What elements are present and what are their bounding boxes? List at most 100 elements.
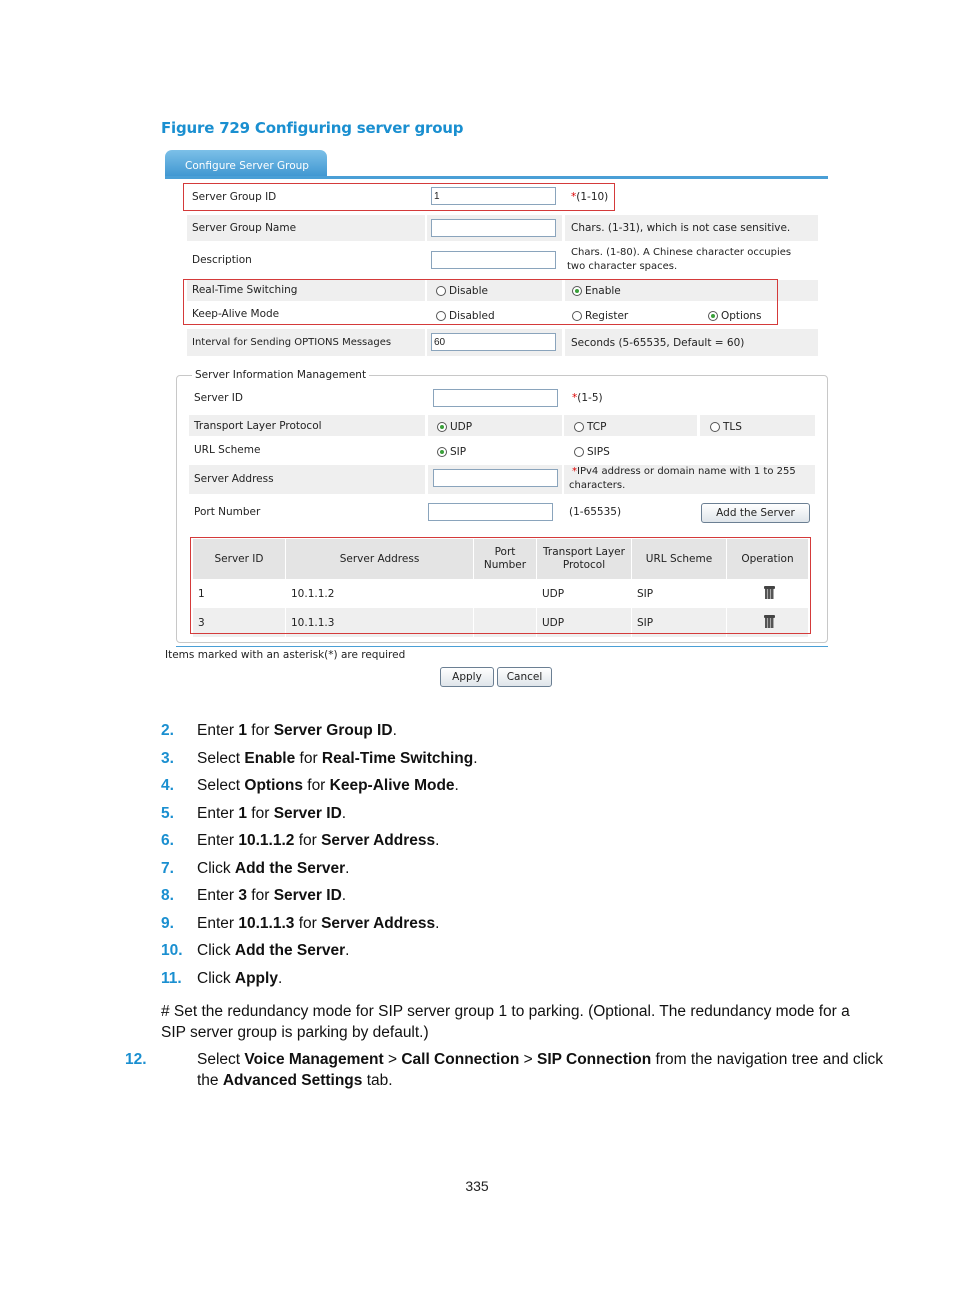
step-emphasis: 10.1.1.3 — [238, 915, 295, 932]
radio-selected-icon — [437, 447, 447, 457]
step-text: Enter — [197, 805, 239, 822]
step-text: . — [473, 750, 478, 767]
url-scheme-label: URL Scheme — [194, 444, 261, 456]
step-text: Select — [197, 777, 245, 794]
apply-button[interactable]: Apply — [440, 667, 494, 687]
step-item: 11. Click Apply. — [161, 970, 282, 988]
bottom-divider — [176, 646, 828, 647]
step-text: . — [435, 832, 440, 849]
step-text: Click — [197, 942, 235, 959]
hint-text: IPv4 address or domain name with 1 to 25… — [577, 466, 796, 477]
step-text: . — [341, 805, 347, 822]
step-item: 6. Enter 10.1.1.2 for Server Address. — [161, 832, 439, 850]
comment-paragraph: # Set the redundancy mode for SIP server… — [161, 1003, 850, 1041]
step-emphasis: Options — [244, 777, 303, 794]
radio-tcp[interactable]: TCP — [574, 421, 606, 433]
step-text: Click — [197, 860, 235, 877]
interval-label: Interval for Sending OPTIONS Messages — [192, 337, 392, 348]
server-group-name-input[interactable] — [431, 219, 556, 237]
step-emphasis: Server Address — [321, 832, 436, 849]
step-emphasis: Server ID — [273, 805, 342, 822]
step-emphasis: Voice Management — [244, 1051, 384, 1068]
step-emphasis: Add the Server — [234, 942, 346, 959]
step-text: > — [519, 1051, 537, 1068]
step-number: 5. — [161, 805, 174, 822]
radio-label: SIP — [450, 446, 467, 458]
step-number: 12. — [125, 1051, 147, 1068]
server-address-hint-2: characters. — [569, 480, 626, 491]
required-note: Items marked with an asterisk(*) are req… — [165, 649, 406, 661]
figure-title: Figure 729 Configuring server group — [161, 119, 464, 137]
step-item: 3. Select Enable for Real-Time Switching. — [161, 750, 478, 768]
step-item: 8. Enter 3 for Server ID. — [161, 887, 346, 905]
step-emphasis: Keep-Alive Mode — [329, 777, 455, 794]
server-address-input[interactable] — [433, 469, 558, 487]
radio-label: UDP — [450, 421, 473, 433]
server-id-input[interactable] — [433, 389, 558, 407]
step-emphasis: Add the Server — [234, 860, 346, 877]
step-text: for — [302, 777, 330, 794]
step-number: 3. — [161, 750, 174, 767]
transport-layer-protocol-label: Transport Layer Protocol — [194, 420, 322, 432]
radio-label: TCP — [587, 421, 607, 433]
description-label: Description — [192, 254, 252, 266]
step-text: Select — [197, 1051, 245, 1068]
step-number: 8. — [161, 887, 174, 904]
highlight-box — [183, 279, 778, 325]
step-item: 10. Click Add the Server. — [161, 942, 349, 960]
step-text: . — [345, 860, 350, 877]
tab-underline — [165, 176, 828, 179]
step-text: tab. — [362, 1072, 393, 1089]
add-the-server-button[interactable]: Add the Server — [701, 503, 810, 523]
step-emphasis: Server Address — [321, 915, 436, 932]
step-item: 5. Enter 1 for Server ID. — [161, 805, 346, 823]
step-text: for — [295, 750, 322, 767]
step-emphasis: Enable — [244, 750, 296, 767]
step-emphasis: Advanced Settings — [222, 1072, 363, 1089]
step-text: for — [246, 887, 274, 904]
description-input[interactable] — [431, 251, 556, 269]
step-text: Click — [197, 970, 235, 987]
server-info-legend: Server Information Management — [192, 369, 370, 381]
tab-configure-server-group[interactable]: Configure Server Group — [165, 150, 327, 179]
step-number: 11. — [161, 970, 182, 987]
step-emphasis: 1 — [238, 722, 247, 739]
step-number: 4. — [161, 777, 174, 794]
server-group-name-label: Server Group Name — [192, 222, 297, 234]
description-hint-2: two character spaces. — [567, 261, 678, 272]
step-emphasis: Server Group ID — [273, 722, 393, 739]
radio-sips[interactable]: SIPS — [574, 446, 610, 458]
step-emphasis: Real-Time Switching — [321, 750, 474, 767]
highlight-box — [183, 183, 615, 211]
radio-icon — [574, 447, 584, 457]
radio-icon — [710, 422, 720, 432]
step-text: for — [246, 805, 274, 822]
page-number: 335 — [465, 1178, 489, 1194]
radio-label: SIPS — [587, 446, 610, 458]
step-item: 2. Enter 1 for Server Group ID. — [161, 722, 397, 740]
step-number: 10. — [161, 942, 183, 959]
step-emphasis: 3 — [238, 887, 247, 904]
highlight-box — [190, 537, 811, 634]
server-address-hint-1: *IPv4 address or domain name with 1 to 2… — [572, 466, 796, 477]
cancel-button[interactable]: Cancel — [497, 667, 552, 687]
step-number: 9. — [161, 915, 174, 932]
step-emphasis: 1 — [238, 805, 247, 822]
step-emphasis: Call Connection — [401, 1051, 520, 1068]
step-text: Select — [197, 750, 245, 767]
step-text: > — [383, 1051, 402, 1068]
step-emphasis: Server ID — [273, 887, 342, 904]
port-number-input[interactable] — [428, 503, 553, 521]
step-text: Enter — [197, 832, 239, 849]
radio-udp[interactable]: UDP — [437, 421, 472, 433]
step-text: . — [392, 722, 397, 739]
radio-tls[interactable]: TLS — [710, 421, 742, 433]
interval-input[interactable] — [431, 333, 556, 351]
step-number: 7. — [161, 860, 174, 877]
step-text: . — [435, 915, 440, 932]
radio-sip[interactable]: SIP — [437, 446, 466, 458]
port-number-hint: (1-65535) — [569, 506, 622, 518]
step-text: . — [341, 887, 347, 904]
step-text: Enter — [197, 915, 239, 932]
step-number: 6. — [161, 832, 174, 849]
